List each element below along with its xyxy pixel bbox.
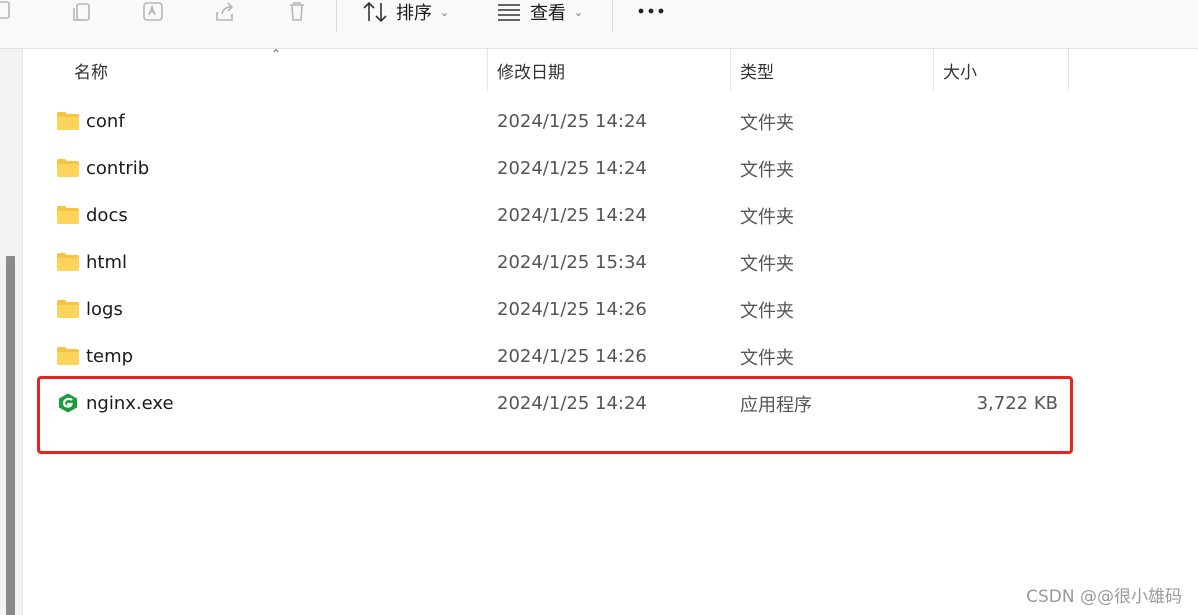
- view-button[interactable]: 查看 ⌄: [496, 0, 583, 24]
- cut-icon[interactable]: [0, 0, 18, 24]
- copy-icon[interactable]: [68, 0, 96, 24]
- toolbar-divider: [336, 0, 337, 32]
- folder-icon: [56, 299, 80, 319]
- file-name: logs: [86, 299, 123, 320]
- highlight-annotation-box: [37, 376, 1073, 454]
- file-modified: 2024/1/25 15:34: [497, 252, 647, 273]
- column-header-size[interactable]: 大小: [943, 49, 977, 91]
- column-divider[interactable]: [933, 49, 934, 91]
- file-name: html: [86, 252, 128, 273]
- sort-ascending-icon: ⌃: [271, 47, 282, 61]
- delete-icon[interactable]: [283, 0, 311, 24]
- sort-button[interactable]: 排序 ⌄: [362, 0, 449, 24]
- file-name: temp: [86, 346, 134, 367]
- column-header-row: 名称 ⌃ 修改日期 类型 大小: [23, 47, 1198, 91]
- column-header-type[interactable]: 类型: [740, 49, 774, 91]
- column-divider[interactable]: [1068, 49, 1069, 91]
- view-icon: [498, 4, 520, 21]
- column-header-name[interactable]: 名称: [74, 49, 108, 91]
- watermark-text: CSDN @@很小雄码: [1026, 587, 1182, 607]
- file-type: 文件夹: [740, 300, 794, 322]
- column-divider[interactable]: [487, 49, 488, 91]
- more-icon: [638, 8, 664, 14]
- file-type: 文件夹: [740, 112, 794, 134]
- file-type: 文件夹: [740, 253, 794, 275]
- scrollbar-thumb[interactable]: [6, 256, 15, 615]
- file-row[interactable]: logs 2024/1/25 14:26 文件夹: [23, 286, 1083, 333]
- column-divider[interactable]: [730, 49, 731, 91]
- folder-icon: [56, 111, 80, 131]
- share-icon[interactable]: [211, 0, 239, 24]
- folder-icon: [56, 252, 80, 272]
- more-options-button[interactable]: [636, 0, 666, 22]
- file-modified: 2024/1/25 14:24: [497, 158, 647, 179]
- file-row[interactable]: contrib 2024/1/25 14:24 文件夹: [23, 145, 1083, 192]
- column-header-type-label: 类型: [740, 62, 774, 83]
- file-modified: 2024/1/25 14:24: [497, 205, 647, 226]
- sort-label: 排序: [396, 3, 432, 24]
- sort-icon: [363, 1, 387, 23]
- column-header-size-label: 大小: [943, 62, 977, 83]
- chevron-down-icon: ⌄: [574, 5, 584, 19]
- file-name: docs: [86, 205, 128, 226]
- file-modified: 2024/1/25 14:26: [497, 299, 647, 320]
- column-header-modified-label: 修改日期: [497, 62, 565, 83]
- command-bar: 排序 ⌄ 查看 ⌄: [0, 0, 1198, 49]
- file-row[interactable]: temp 2024/1/25 14:26 文件夹: [23, 333, 1083, 380]
- file-explorer-window: 排序 ⌄ 查看 ⌄ 名称 ⌃ 修改日期 类型 大小 conf 2024/1/25…: [0, 0, 1198, 615]
- navigation-pane-edge: [0, 49, 23, 615]
- folder-icon: [56, 158, 80, 178]
- column-header-modified[interactable]: 修改日期: [497, 49, 565, 91]
- file-row[interactable]: docs 2024/1/25 14:24 文件夹: [23, 192, 1083, 239]
- folder-icon: [56, 346, 80, 366]
- file-type: 文件夹: [740, 347, 794, 369]
- column-header-name-label: 名称: [74, 62, 108, 83]
- toolbar-divider: [612, 0, 613, 32]
- folder-icon: [56, 205, 80, 225]
- file-type: 文件夹: [740, 159, 794, 181]
- rename-icon[interactable]: [139, 0, 167, 24]
- file-name: conf: [86, 111, 125, 132]
- file-name: contrib: [86, 158, 150, 179]
- file-type: 文件夹: [740, 206, 794, 228]
- chevron-down-icon: ⌄: [440, 5, 450, 19]
- file-modified: 2024/1/25 14:24: [497, 111, 647, 132]
- file-modified: 2024/1/25 14:26: [497, 346, 647, 367]
- file-row[interactable]: html 2024/1/25 15:34 文件夹: [23, 239, 1083, 286]
- view-label: 查看: [530, 3, 566, 24]
- file-row[interactable]: conf 2024/1/25 14:24 文件夹: [23, 98, 1083, 145]
